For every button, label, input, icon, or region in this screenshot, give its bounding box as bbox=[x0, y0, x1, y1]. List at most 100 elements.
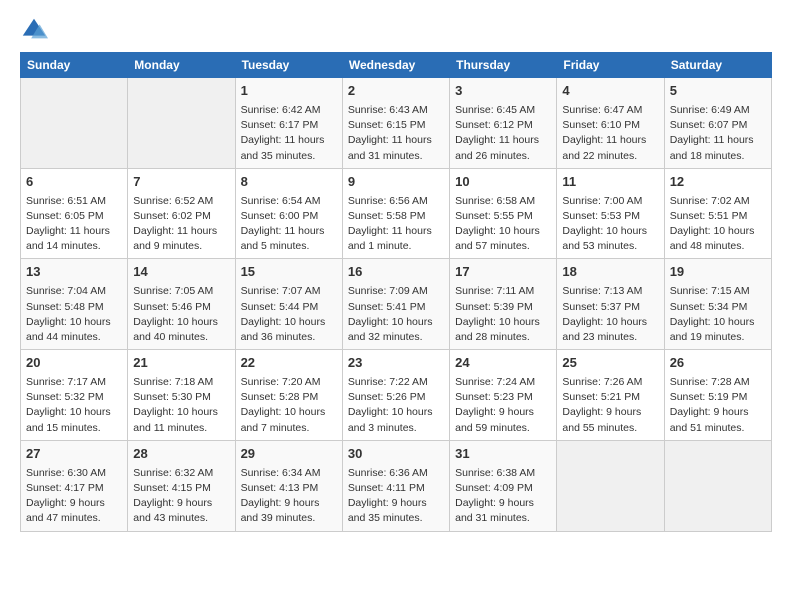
calendar-cell: 19Sunrise: 7:15 AM Sunset: 5:34 PM Dayli… bbox=[664, 259, 771, 350]
header-day-friday: Friday bbox=[557, 53, 664, 78]
day-info: Sunrise: 6:38 AM Sunset: 4:09 PM Dayligh… bbox=[455, 466, 551, 527]
day-number: 29 bbox=[241, 445, 337, 464]
day-number: 13 bbox=[26, 263, 122, 282]
day-info: Sunrise: 7:13 AM Sunset: 5:37 PM Dayligh… bbox=[562, 284, 658, 345]
calendar-cell: 27 Sunrise: 6:30 AM Sunset: 4:17 PM Dayli… bbox=[21, 440, 128, 531]
header-day-tuesday: Tuesday bbox=[235, 53, 342, 78]
day-number: 11 bbox=[562, 173, 658, 192]
calendar-table: SundayMondayTuesdayWednesdayThursdayFrid… bbox=[20, 52, 772, 532]
day-info: Sunrise: 6:36 AM Sunset: 4:11 PM Dayligh… bbox=[348, 466, 444, 527]
calendar-cell: 17 Sunrise: 7:11 AM Sunset: 5:39 PM Dayli… bbox=[450, 259, 557, 350]
calendar-cell: 6Sunrise: 6:51 AM Sunset: 6:05 PM Daylig… bbox=[21, 168, 128, 259]
day-info: Sunrise: 7:22 AM Sunset: 5:26 PM Dayligh… bbox=[348, 375, 444, 436]
calendar-cell: 7 Sunrise: 6:52 AM Sunset: 6:02 PM Daylig… bbox=[128, 168, 235, 259]
day-number: 16 bbox=[348, 263, 444, 282]
day-info: Sunrise: 6:42 AM Sunset: 6:17 PM Dayligh… bbox=[241, 103, 337, 164]
calendar-cell: 12 Sunrise: 7:02 AM Sunset: 5:51 PM Dayli… bbox=[664, 168, 771, 259]
calendar-cell: 1 Sunrise: 6:42 AM Sunset: 6:17 PM Daylig… bbox=[235, 78, 342, 169]
day-info: Sunrise: 7:04 AM Sunset: 5:48 PM Dayligh… bbox=[26, 284, 122, 345]
day-info: Sunrise: 7:17 AM Sunset: 5:32 PM Dayligh… bbox=[26, 375, 122, 436]
day-info: Sunrise: 6:30 AM Sunset: 4:17 PM Dayligh… bbox=[26, 466, 122, 527]
calendar-cell: 28Sunrise: 6:32 AM Sunset: 4:15 PM Dayli… bbox=[128, 440, 235, 531]
header-day-thursday: Thursday bbox=[450, 53, 557, 78]
day-info: Sunrise: 6:47 AM Sunset: 6:10 PM Dayligh… bbox=[562, 103, 658, 164]
calendar-cell: 30 Sunrise: 6:36 AM Sunset: 4:11 PM Dayli… bbox=[342, 440, 449, 531]
calendar-header: SundayMondayTuesdayWednesdayThursdayFrid… bbox=[21, 53, 772, 78]
page-header bbox=[20, 16, 772, 44]
day-info: Sunrise: 7:09 AM Sunset: 5:41 PM Dayligh… bbox=[348, 284, 444, 345]
header-day-monday: Monday bbox=[128, 53, 235, 78]
day-info: Sunrise: 6:56 AM Sunset: 5:58 PM Dayligh… bbox=[348, 194, 444, 255]
calendar-week-3: 13 Sunrise: 7:04 AM Sunset: 5:48 PM Dayli… bbox=[21, 259, 772, 350]
calendar-cell: 25 Sunrise: 7:26 AM Sunset: 5:21 PM Dayli… bbox=[557, 350, 664, 441]
calendar-cell: 13 Sunrise: 7:04 AM Sunset: 5:48 PM Dayli… bbox=[21, 259, 128, 350]
calendar-week-1: 1 Sunrise: 6:42 AM Sunset: 6:17 PM Daylig… bbox=[21, 78, 772, 169]
day-number: 20 bbox=[26, 354, 122, 373]
calendar-cell: 14 Sunrise: 7:05 AM Sunset: 5:46 PM Dayli… bbox=[128, 259, 235, 350]
day-info: Sunrise: 7:26 AM Sunset: 5:21 PM Dayligh… bbox=[562, 375, 658, 436]
day-info: Sunrise: 7:18 AM Sunset: 5:30 PM Dayligh… bbox=[133, 375, 229, 436]
day-info: Sunrise: 6:43 AM Sunset: 6:15 PM Dayligh… bbox=[348, 103, 444, 164]
header-day-sunday: Sunday bbox=[21, 53, 128, 78]
day-number: 22 bbox=[241, 354, 337, 373]
calendar-cell bbox=[128, 78, 235, 169]
calendar-cell: 8Sunrise: 6:54 AM Sunset: 6:00 PM Daylig… bbox=[235, 168, 342, 259]
day-info: Sunrise: 7:02 AM Sunset: 5:51 PM Dayligh… bbox=[670, 194, 766, 255]
calendar-cell: 29 Sunrise: 6:34 AM Sunset: 4:13 PM Dayli… bbox=[235, 440, 342, 531]
day-info: Sunrise: 7:05 AM Sunset: 5:46 PM Dayligh… bbox=[133, 284, 229, 345]
logo bbox=[20, 16, 52, 44]
calendar-cell: 20 Sunrise: 7:17 AM Sunset: 5:32 PM Dayli… bbox=[21, 350, 128, 441]
day-info: Sunrise: 7:20 AM Sunset: 5:28 PM Dayligh… bbox=[241, 375, 337, 436]
day-number: 1 bbox=[241, 82, 337, 101]
day-info: Sunrise: 7:00 AM Sunset: 5:53 PM Dayligh… bbox=[562, 194, 658, 255]
logo-icon bbox=[20, 16, 48, 44]
day-number: 2 bbox=[348, 82, 444, 101]
calendar-body: 1 Sunrise: 6:42 AM Sunset: 6:17 PM Daylig… bbox=[21, 78, 772, 532]
day-info: Sunrise: 6:58 AM Sunset: 5:55 PM Dayligh… bbox=[455, 194, 551, 255]
calendar-cell bbox=[664, 440, 771, 531]
calendar-cell: 16 Sunrise: 7:09 AM Sunset: 5:41 PM Dayli… bbox=[342, 259, 449, 350]
calendar-cell: 24 Sunrise: 7:24 AM Sunset: 5:23 PM Dayli… bbox=[450, 350, 557, 441]
calendar-cell: 31 Sunrise: 6:38 AM Sunset: 4:09 PM Dayli… bbox=[450, 440, 557, 531]
calendar-cell: 26Sunrise: 7:28 AM Sunset: 5:19 PM Dayli… bbox=[664, 350, 771, 441]
day-number: 31 bbox=[455, 445, 551, 464]
day-number: 18 bbox=[562, 263, 658, 282]
day-number: 25 bbox=[562, 354, 658, 373]
calendar-week-4: 20 Sunrise: 7:17 AM Sunset: 5:32 PM Dayli… bbox=[21, 350, 772, 441]
day-info: Sunrise: 7:24 AM Sunset: 5:23 PM Dayligh… bbox=[455, 375, 551, 436]
day-info: Sunrise: 7:28 AM Sunset: 5:19 PM Dayligh… bbox=[670, 375, 766, 436]
day-number: 14 bbox=[133, 263, 229, 282]
calendar-cell: 18 Sunrise: 7:13 AM Sunset: 5:37 PM Dayli… bbox=[557, 259, 664, 350]
day-number: 4 bbox=[562, 82, 658, 101]
day-info: Sunrise: 6:49 AM Sunset: 6:07 PM Dayligh… bbox=[670, 103, 766, 164]
day-info: Sunrise: 7:11 AM Sunset: 5:39 PM Dayligh… bbox=[455, 284, 551, 345]
calendar-cell: 9Sunrise: 6:56 AM Sunset: 5:58 PM Daylig… bbox=[342, 168, 449, 259]
calendar-cell: 5Sunrise: 6:49 AM Sunset: 6:07 PM Daylig… bbox=[664, 78, 771, 169]
day-number: 23 bbox=[348, 354, 444, 373]
calendar-cell bbox=[21, 78, 128, 169]
day-info: Sunrise: 7:07 AM Sunset: 5:44 PM Dayligh… bbox=[241, 284, 337, 345]
calendar-cell: 10 Sunrise: 6:58 AM Sunset: 5:55 PM Dayli… bbox=[450, 168, 557, 259]
day-info: Sunrise: 7:15 AM Sunset: 5:34 PM Dayligh… bbox=[670, 284, 766, 345]
day-number: 6 bbox=[26, 173, 122, 192]
day-number: 24 bbox=[455, 354, 551, 373]
day-number: 12 bbox=[670, 173, 766, 192]
calendar-cell: 2 Sunrise: 6:43 AM Sunset: 6:15 PM Daylig… bbox=[342, 78, 449, 169]
day-number: 10 bbox=[455, 173, 551, 192]
calendar-cell: 4 Sunrise: 6:47 AM Sunset: 6:10 PM Daylig… bbox=[557, 78, 664, 169]
day-number: 27 bbox=[26, 445, 122, 464]
day-number: 17 bbox=[455, 263, 551, 282]
day-number: 30 bbox=[348, 445, 444, 464]
day-number: 3 bbox=[455, 82, 551, 101]
calendar-cell bbox=[557, 440, 664, 531]
day-number: 7 bbox=[133, 173, 229, 192]
calendar-cell: 21 Sunrise: 7:18 AM Sunset: 5:30 PM Dayli… bbox=[128, 350, 235, 441]
calendar-week-2: 6Sunrise: 6:51 AM Sunset: 6:05 PM Daylig… bbox=[21, 168, 772, 259]
day-info: Sunrise: 6:52 AM Sunset: 6:02 PM Dayligh… bbox=[133, 194, 229, 255]
day-info: Sunrise: 6:34 AM Sunset: 4:13 PM Dayligh… bbox=[241, 466, 337, 527]
day-number: 15 bbox=[241, 263, 337, 282]
day-number: 21 bbox=[133, 354, 229, 373]
calendar-cell: 3Sunrise: 6:45 AM Sunset: 6:12 PM Daylig… bbox=[450, 78, 557, 169]
header-row: SundayMondayTuesdayWednesdayThursdayFrid… bbox=[21, 53, 772, 78]
day-info: Sunrise: 6:54 AM Sunset: 6:00 PM Dayligh… bbox=[241, 194, 337, 255]
